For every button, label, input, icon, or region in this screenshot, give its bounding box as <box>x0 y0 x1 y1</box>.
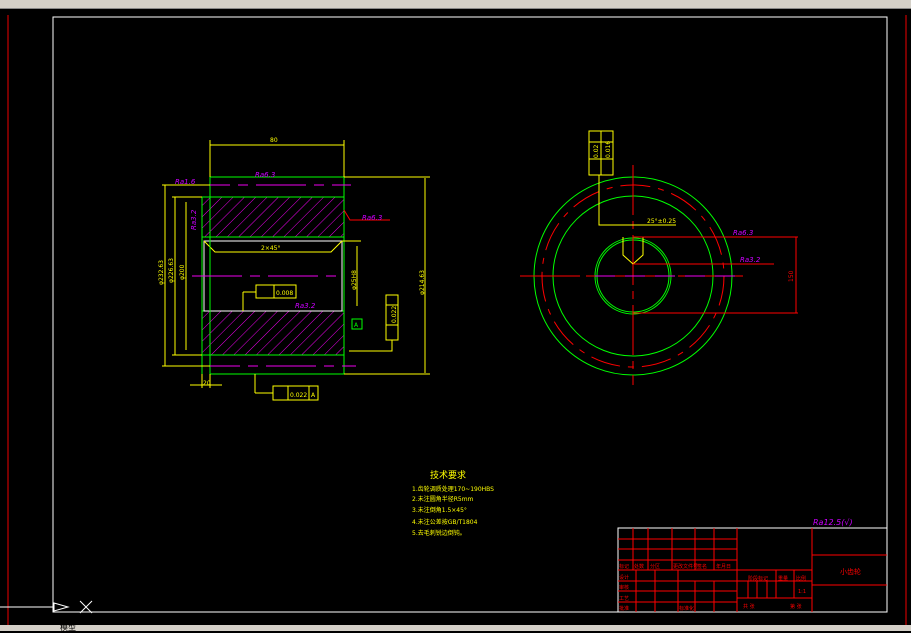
svg-text:设计: 设计 <box>619 574 629 581</box>
svg-text:4.未注公差按GB/T1804: 4.未注公差按GB/T1804 <box>412 518 478 526</box>
status-bar: 模型 <box>0 622 911 633</box>
svg-text:比例: 比例 <box>796 575 806 582</box>
dim-right-dia: φ214.63 <box>419 270 426 295</box>
scale-value: 1:1 <box>798 589 806 595</box>
dim-chamfer: 2×45° <box>261 245 280 252</box>
svg-text:5.去毛刺锐边倒钝。: 5.去毛刺锐边倒钝。 <box>412 529 466 537</box>
dim-bore-dia: φ25H8 <box>351 270 358 290</box>
dim-outer-dia: φ232.63 <box>158 260 165 285</box>
svg-text:标准化: 标准化 <box>679 605 694 612</box>
model-tab[interactable]: 模型 <box>60 622 76 633</box>
ucs-icon <box>0 600 93 614</box>
tol-runout-right: 0.022 <box>391 306 398 323</box>
ra-keyway-2: Ra3.2 <box>740 256 761 264</box>
svg-text:审核: 审核 <box>619 584 629 591</box>
title-block: Ra12.5(√) 标记 处数 分区 更改文件号 签名 年月日 设计 审核 工艺… <box>617 518 888 613</box>
drawing-canvas[interactable]: 80 2×45° φ232.63 φ226.63 φ200 φ25H8 φ214… <box>0 9 911 625</box>
svg-text:A: A <box>311 392 316 399</box>
svg-text:年月日: 年月日 <box>716 563 731 570</box>
ra-left: Ra1.6 <box>175 178 196 186</box>
part-name: 小齿轮 <box>840 567 861 576</box>
svg-text:3.未注倒角1.5×45°: 3.未注倒角1.5×45° <box>412 506 467 514</box>
tol-parallel: 0.016 <box>605 141 612 158</box>
tol-cylindricity: 0.008 <box>276 290 293 297</box>
svg-text:处数: 处数 <box>634 563 644 570</box>
svg-text:签名: 签名 <box>697 563 707 570</box>
dim-width: 80 <box>270 137 278 144</box>
svg-text:阶段标记: 阶段标记 <box>748 575 768 582</box>
requirements-title: 技术要求 <box>430 469 466 481</box>
svg-text:2.未注圆角半径R5mm: 2.未注圆角半径R5mm <box>412 495 474 503</box>
datum-a: A <box>354 322 359 329</box>
ra-top: Ra6.3 <box>255 171 275 179</box>
ra-keyway-1: Ra6.3 <box>733 229 753 237</box>
svg-text:1.齿轮调质处理170~190HBS: 1.齿轮调质处理170~190HBS <box>412 485 494 493</box>
toolbar[interactable] <box>0 0 911 9</box>
dim-keyway: 25°±0.25 <box>647 218 676 225</box>
technical-requirements: 技术要求 1.齿轮调质处理170~190HBS 2.未注圆角半径R5mm 3.未… <box>412 469 494 537</box>
dim-small: 20 <box>203 380 211 387</box>
svg-text:分区: 分区 <box>650 563 660 570</box>
roughness-note: Ra12.5(√) <box>813 518 853 527</box>
hatch-top <box>201 196 345 238</box>
svg-text:批准: 批准 <box>619 605 629 612</box>
svg-text:工艺: 工艺 <box>619 596 629 602</box>
svg-text:共 张: 共 张 <box>743 603 755 610</box>
svg-text:重量: 重量 <box>778 575 788 582</box>
hatch-bottom <box>201 310 345 356</box>
tol-runout-bottom: 0.022 <box>290 392 307 399</box>
dim-keyway-depth: 150 <box>788 270 795 282</box>
tol-symmetry: 0.02 <box>593 144 600 158</box>
dim-hub-dia: φ200 <box>179 264 186 280</box>
end-view: 0.02 0.016 25°±0.25 150 Ra6.3 Ra3.2 <box>520 130 798 385</box>
section-view: 80 2×45° φ232.63 φ226.63 φ200 φ25H8 φ214… <box>158 137 430 401</box>
svg-text:标记: 标记 <box>619 563 629 570</box>
ra-bore: Ra3.2 <box>295 302 316 310</box>
dim-root-dia: φ226.63 <box>168 258 175 283</box>
ra-side: Ra3.2 <box>190 209 198 230</box>
svg-text:更改文件号: 更改文件号 <box>673 563 698 570</box>
ra-right: Ra6.3 <box>362 214 382 222</box>
svg-text:第 张: 第 张 <box>790 603 802 610</box>
